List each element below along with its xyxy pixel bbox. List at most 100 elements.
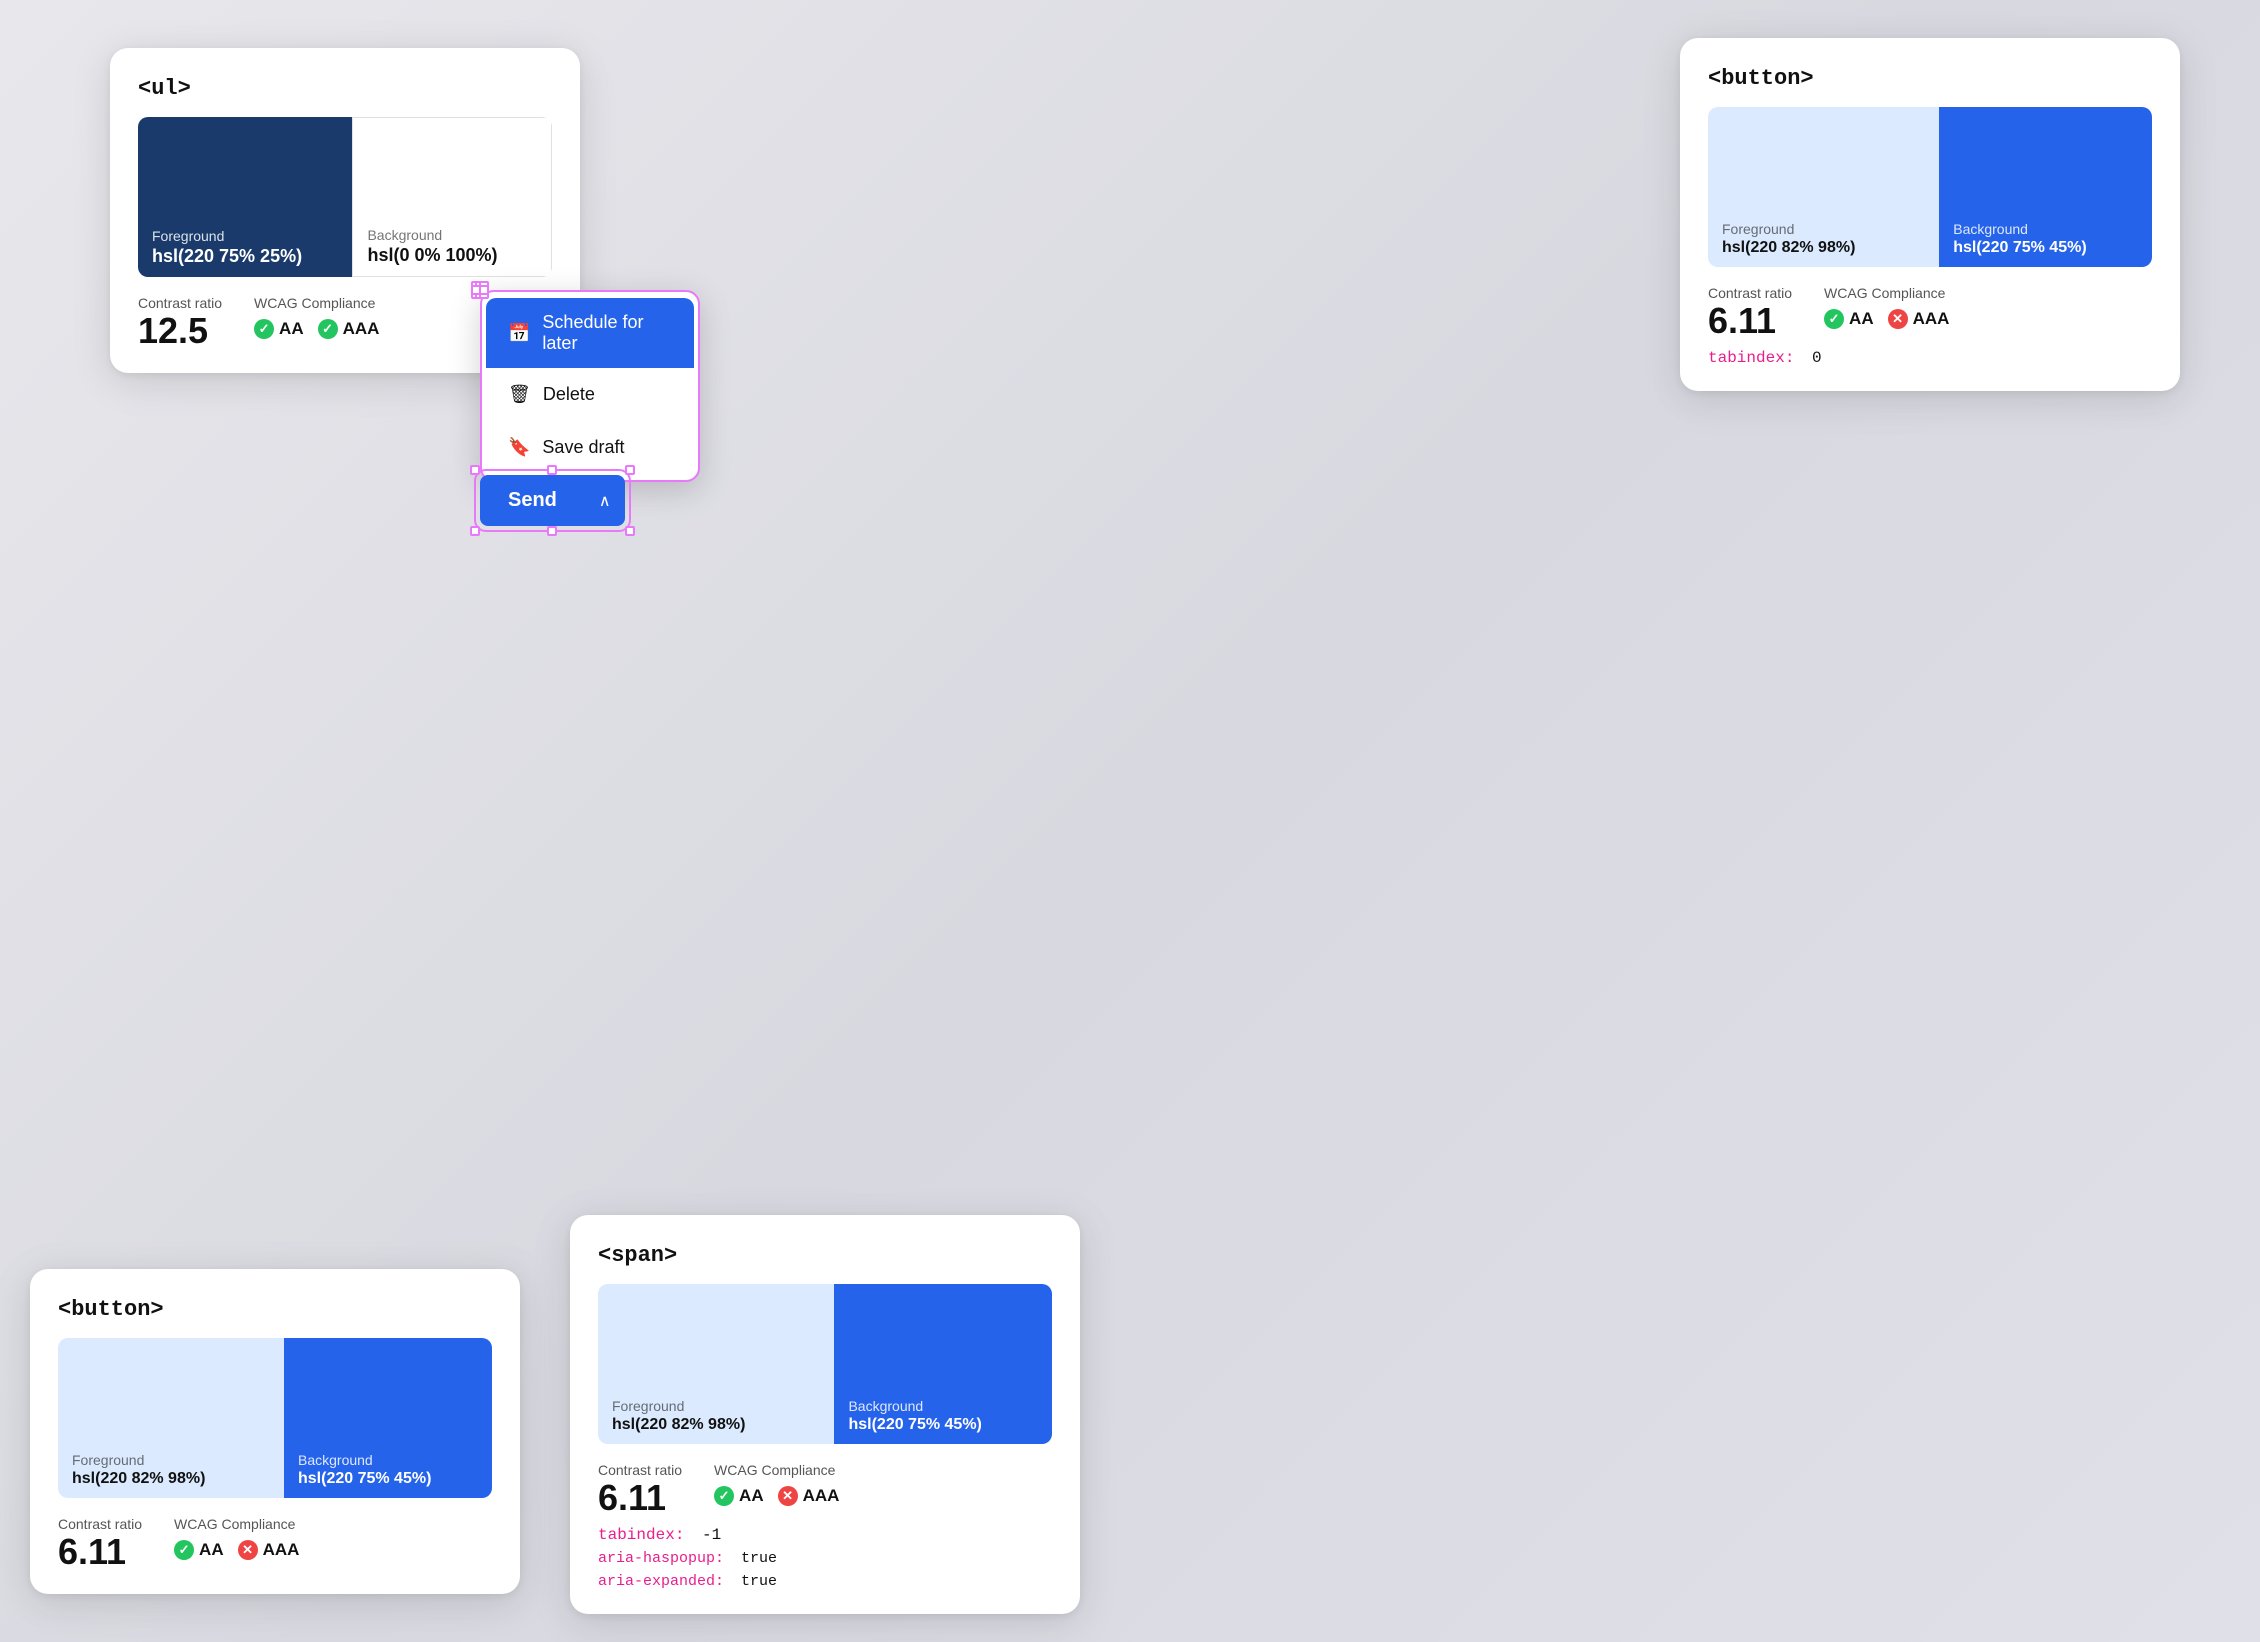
dropdown-item-schedule[interactable]: 📅 Schedule for later <box>486 298 694 368</box>
swatch-fg-btn-bl: Foreground hsl(220 82% 98%) <box>58 1338 284 1498</box>
wcag-badges-btn-tr: ✓ AA ✕ AAA <box>1824 309 1949 329</box>
contrast-value-ul: 12.5 <box>138 313 222 349</box>
card-ul-tag: <ul> <box>138 76 552 101</box>
handle-br-send <box>625 526 635 536</box>
wcag-label-span: WCAG Compliance <box>714 1462 839 1478</box>
card-span-br-swatches: Foreground hsl(220 82% 98%) Background h… <box>598 1284 1052 1444</box>
swatch-background-ul: Background hsl(0 0% 100%) <box>352 117 552 277</box>
aa-label-span: AA <box>739 1486 764 1506</box>
aaa-label-btn-bl: AAA <box>263 1540 300 1560</box>
swatch-bg-btn-tr: Background hsl(220 75% 45%) <box>1939 107 2152 267</box>
wcag-section-btn-tr: WCAG Compliance ✓ AA ✕ AAA <box>1824 285 1949 329</box>
aa-badge-ul: ✓ AA <box>254 319 304 339</box>
contrast-group-btn-bl: Contrast ratio 6.11 <box>58 1516 142 1570</box>
dropdown-menu[interactable]: 📅 Schedule for later 🗑 Delete 🔖 Save dra… <box>480 290 700 482</box>
swatch-fg-btn-tr: Foreground hsl(220 82% 98%) <box>1708 107 1939 267</box>
aa-label-ul: AA <box>279 319 304 339</box>
aaa-badge-span: ✕ AAA <box>778 1486 840 1506</box>
aa-label-btn-bl: AA <box>199 1540 224 1560</box>
fg-label-btn-bl: Foreground <box>72 1452 270 1468</box>
card-ul-swatches: Foreground hsl(220 75% 25%) Background h… <box>138 117 552 277</box>
aria-expanded-row: aria-expanded: true <box>598 1573 1052 1590</box>
bg-label-btn-tr: Background <box>1953 221 2138 237</box>
contrast-label-span: Contrast ratio <box>598 1462 682 1478</box>
wcag-label-ul: WCAG Compliance <box>254 295 379 311</box>
aria-expanded-val: true <box>741 1573 777 1590</box>
fg-label-btn-tr: Foreground <box>1722 221 1925 237</box>
aa-label-btn-tr: AA <box>1849 309 1874 329</box>
card-button-tr-tag: <button> <box>1708 66 2152 91</box>
card-span-br-tag: <span> <box>598 1243 1052 1268</box>
aa-icon-btn-bl: ✓ <box>174 1540 194 1560</box>
card-button-bl-metrics: Contrast ratio 6.11 WCAG Compliance ✓ AA… <box>58 1516 492 1570</box>
aria-haspopup-val: true <box>741 1550 777 1567</box>
wcag-label-btn-bl: WCAG Compliance <box>174 1516 299 1532</box>
tabindex-val-btn-tr: 0 <box>1812 349 1822 367</box>
fg-label-span: Foreground <box>612 1398 820 1414</box>
tabindex-val-span: -1 <box>702 1526 721 1544</box>
aaa-icon-span: ✕ <box>778 1486 798 1506</box>
wcag-section-btn-bl: WCAG Compliance ✓ AA ✕ AAA <box>174 1516 299 1560</box>
contrast-label-btn-tr: Contrast ratio <box>1708 285 1792 301</box>
contrast-value-span: 6.11 <box>598 1480 682 1516</box>
aaa-label-span: AAA <box>803 1486 840 1506</box>
bg-value-btn-bl: hsl(220 75% 45%) <box>298 1470 478 1488</box>
wcag-badges-span: ✓ AA ✕ AAA <box>714 1486 839 1506</box>
aa-icon-span: ✓ <box>714 1486 734 1506</box>
aaa-badge-btn-bl: ✕ AAA <box>238 1540 300 1560</box>
contrast-value-btn-tr: 6.11 <box>1708 303 1792 339</box>
aa-icon-ul: ✓ <box>254 319 274 339</box>
swatch-foreground-ul: Foreground hsl(220 75% 25%) <box>138 117 352 277</box>
aaa-icon-btn-tr: ✕ <box>1888 309 1908 329</box>
delete-label: Delete <box>543 384 595 405</box>
contrast-group-btn-tr: Contrast ratio 6.11 <box>1708 285 1792 339</box>
send-button-container: Send ∧ <box>480 475 625 526</box>
aa-icon-btn-tr: ✓ <box>1824 309 1844 329</box>
dropdown-item-delete[interactable]: 🗑 Delete <box>482 368 698 421</box>
fg-value-btn-bl: hsl(220 82% 98%) <box>72 1470 270 1488</box>
contrast-group-ul: Contrast ratio 12.5 <box>138 295 222 349</box>
schedule-label: Schedule for later <box>542 312 672 354</box>
card-button-bl: <button> Foreground hsl(220 82% 98%) Bac… <box>30 1269 520 1594</box>
card-button-bl-swatches: Foreground hsl(220 82% 98%) Background h… <box>58 1338 492 1498</box>
aaa-icon-btn-bl: ✕ <box>238 1540 258 1560</box>
send-button-area: Send ∧ <box>480 475 625 526</box>
calendar-icon: 📅 <box>508 323 530 344</box>
wcag-section-ul: WCAG Compliance ✓ AA ✓ AAA <box>254 295 379 339</box>
swatch-fg-span: Foreground hsl(220 82% 98%) <box>598 1284 834 1444</box>
contrast-group-span: Contrast ratio 6.11 <box>598 1462 682 1516</box>
tabindex-key-span: tabindex: <box>598 1526 684 1544</box>
fg-value-ul: hsl(220 75% 25%) <box>152 246 338 267</box>
aaa-badge-ul: ✓ AAA <box>318 319 380 339</box>
wcag-section-span: WCAG Compliance ✓ AA ✕ AAA <box>714 1462 839 1506</box>
tabindex-row-btn-tr: tabindex: 0 <box>1708 349 2152 367</box>
card-button-tr-metrics: Contrast ratio 6.11 WCAG Compliance ✓ AA… <box>1708 285 2152 339</box>
bg-label-span: Background <box>848 1398 1038 1414</box>
aaa-label-ul: AAA <box>343 319 380 339</box>
aa-badge-span: ✓ AA <box>714 1486 764 1506</box>
wcag-badges-ul: ✓ AA ✓ AAA <box>254 319 379 339</box>
card-button-bl-tag: <button> <box>58 1297 492 1322</box>
trash-icon: 🗑 <box>508 384 531 405</box>
contrast-value-btn-bl: 6.11 <box>58 1534 142 1570</box>
swatch-bg-span: Background hsl(220 75% 45%) <box>834 1284 1052 1444</box>
send-button[interactable]: Send <box>480 475 585 526</box>
card-button-tr-swatches: Foreground hsl(220 82% 98%) Background h… <box>1708 107 2152 267</box>
aria-haspopup-key: aria-haspopup: <box>598 1550 724 1567</box>
bg-value-span: hsl(220 75% 45%) <box>848 1416 1038 1434</box>
dropdown-item-save-draft[interactable]: 🔖 Save draft <box>482 421 698 474</box>
save-draft-label: Save draft <box>542 437 624 458</box>
aria-expanded-key: aria-expanded: <box>598 1573 724 1590</box>
send-arrow-button[interactable]: ∧ <box>585 475 625 526</box>
card-span-br-metrics: Contrast ratio 6.11 WCAG Compliance ✓ AA… <box>598 1462 1052 1516</box>
fg-value-span: hsl(220 82% 98%) <box>612 1416 820 1434</box>
swatch-bg-btn-bl: Background hsl(220 75% 45%) <box>284 1338 492 1498</box>
aaa-icon-ul: ✓ <box>318 319 338 339</box>
bg-label-btn-bl: Background <box>298 1452 478 1468</box>
aaa-badge-btn-tr: ✕ AAA <box>1888 309 1950 329</box>
tabindex-key-btn-tr: tabindex: <box>1708 349 1794 367</box>
aa-badge-btn-tr: ✓ AA <box>1824 309 1874 329</box>
bg-value-ul: hsl(0 0% 100%) <box>367 245 537 266</box>
contrast-label-ul: Contrast ratio <box>138 295 222 311</box>
fg-label-ul: Foreground <box>152 228 338 244</box>
